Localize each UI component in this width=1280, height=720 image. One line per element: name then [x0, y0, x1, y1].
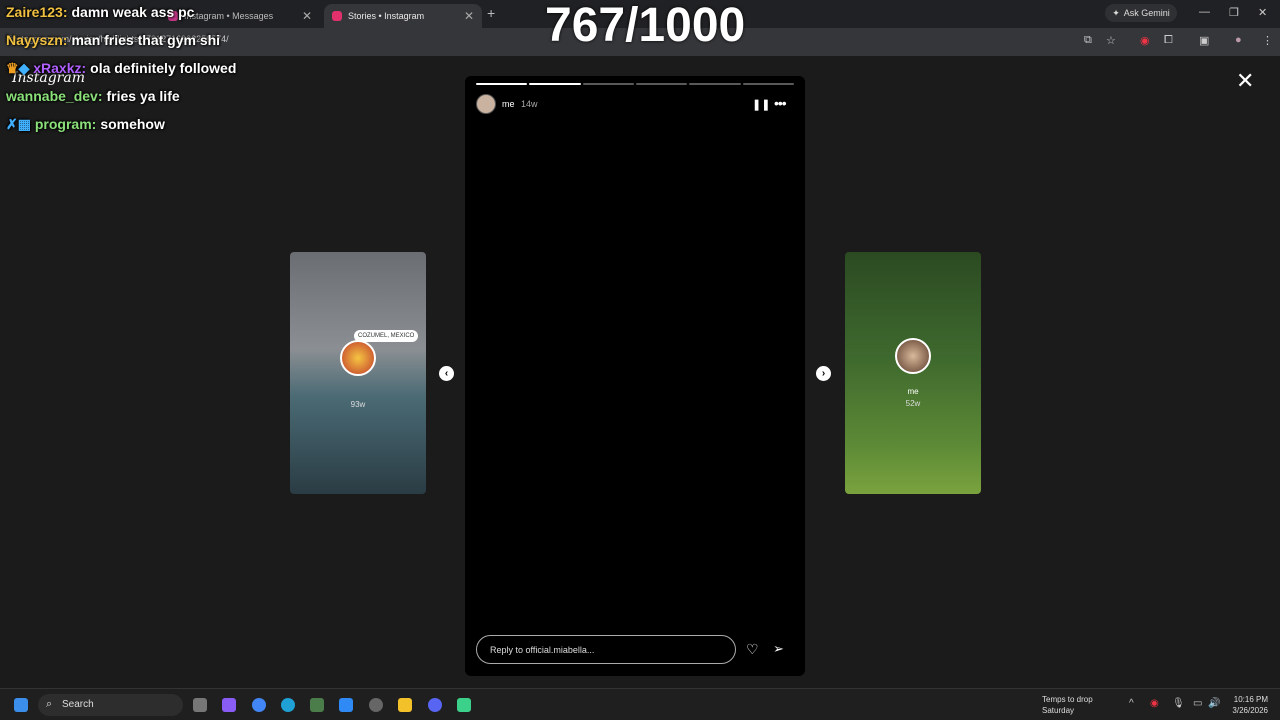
heart-icon[interactable]: ♡ [746, 641, 759, 658]
sparkle-icon: ✦ [1112, 7, 1120, 18]
preview-username: me [907, 387, 919, 396]
install-app-icon[interactable]: ⧉ [1084, 34, 1092, 47]
task-view-icon[interactable] [193, 698, 207, 712]
extension-icon[interactable]: ◉ [1140, 34, 1150, 47]
chat-message: wannabe_dev: fries ya life [6, 88, 180, 104]
more-options-icon[interactable]: ••• [774, 95, 787, 111]
previous-story-preview[interactable]: COZUMEL, MEXICO 93w [290, 252, 426, 494]
send-icon[interactable]: ➢ [773, 641, 784, 657]
microphone-icon[interactable]: 🎙 [1172, 698, 1185, 709]
reply-input[interactable]: Reply to official.miabella... [476, 635, 736, 664]
tab-label: Stories • Instagram [348, 11, 425, 21]
chat-message: ♛◆ xRaxkz: ola definitely followed [6, 60, 236, 77]
tray-app-icon[interactable]: ◉ [1150, 698, 1159, 709]
search-icon: ⌕ [46, 698, 53, 710]
chat-text: ola definitely followed [90, 60, 237, 76]
next-story-arrow[interactable]: › [816, 366, 831, 381]
chat-username: Nayyszn: [6, 32, 68, 48]
ask-gemini-label: Ask Gemini [1123, 8, 1170, 18]
chat-message: ✗▦ program: somehow [6, 116, 165, 133]
chat-message: Zaire123: damn weak ass pc [6, 4, 194, 20]
instagram-favicon-icon [332, 11, 342, 21]
taskbar-search[interactable]: ⌕ Search [38, 694, 183, 716]
next-story-preview[interactable]: me 52w [845, 252, 981, 494]
follower-counter: 767/1000 [545, 0, 746, 52]
volume-icon[interactable]: 🔊 [1208, 698, 1220, 709]
file-explorer-icon[interactable] [398, 698, 412, 712]
gem-badge-icon: ◆ [18, 60, 30, 76]
show-hidden-icons-chevron-icon[interactable]: ^ [1129, 698, 1134, 709]
search-label: Search [62, 699, 94, 710]
progress-segment [635, 83, 688, 85]
minimize-icon[interactable]: — [1199, 6, 1210, 18]
tab-label: Instagram • Messages [184, 11, 274, 21]
story-age: 52w [905, 399, 921, 408]
network-icon[interactable]: ▭ [1193, 698, 1202, 709]
tab-stories[interactable]: Stories • Instagram ✕ [324, 4, 482, 28]
profile-avatar[interactable]: ● [1235, 34, 1242, 46]
chat-text: fries ya life [106, 88, 180, 104]
chat-username: program: [34, 116, 97, 132]
bookmark-star-icon[interactable]: ☆ [1106, 34, 1116, 47]
chat-text: somehow [100, 116, 165, 132]
weather-day: Saturday [1042, 706, 1075, 715]
story-age: 14w [521, 99, 538, 109]
crown-badge-icon: ♛ [6, 60, 19, 76]
clock-date: 3/26/2026 [1232, 706, 1268, 715]
chat-message: Nayyszn: man fries that gym shi [6, 32, 220, 48]
new-tab-button[interactable]: + [487, 5, 495, 21]
progress-segment [742, 83, 794, 85]
progress-segment [529, 83, 581, 85]
app-icon[interactable] [310, 698, 324, 712]
close-tab-icon[interactable]: ✕ [302, 9, 312, 23]
system-clock[interactable]: 10:16 PM 3/26/2026 [1226, 694, 1268, 716]
progress-segment [689, 83, 741, 85]
windows-start-icon[interactable] [14, 698, 28, 712]
browser-menu-icon[interactable]: ⋮ [1262, 34, 1273, 47]
ask-gemini-button[interactable]: ✦ Ask Gemini [1105, 4, 1177, 22]
story-age: 93w [350, 400, 366, 409]
side-panel-icon[interactable]: ▣ [1199, 34, 1209, 47]
restore-icon[interactable]: ❐ [1229, 6, 1239, 19]
windows-taskbar: ⌕ Search Temps to drop Saturday ^ ◉ 🎙 ▭ … [0, 688, 1280, 720]
pause-icon[interactable]: ❚❚ [752, 98, 770, 111]
store-icon[interactable] [339, 698, 353, 712]
sword-badge-icon: ✗ [6, 116, 18, 132]
avatar [895, 338, 931, 374]
avatar[interactable] [476, 94, 496, 114]
clock-time: 10:16 PM [1233, 695, 1268, 704]
grid-badge-icon: ▦ [17, 116, 31, 132]
close-stories-icon[interactable]: ✕ [1236, 70, 1254, 92]
story-username[interactable]: me [502, 99, 515, 109]
avatar [340, 340, 376, 376]
progress-segment [476, 83, 528, 85]
settings-gear-icon[interactable] [369, 698, 383, 712]
story-progress-bars [476, 83, 794, 85]
chat-text: damn weak ass pc [71, 4, 195, 20]
edge-icon[interactable] [281, 698, 295, 712]
previous-story-arrow[interactable]: ‹ [439, 366, 454, 381]
close-window-icon[interactable]: ✕ [1258, 6, 1267, 19]
chrome-icon[interactable] [252, 698, 266, 712]
discord-icon[interactable] [428, 698, 442, 712]
chat-username: Zaire123: [6, 4, 68, 20]
weather-title: Temps to drop [1042, 695, 1093, 704]
weather-widget[interactable]: Temps to drop Saturday [1042, 694, 1093, 716]
copilot-icon[interactable] [222, 698, 236, 712]
app-icon[interactable] [457, 698, 471, 712]
extensions-puzzle-icon[interactable]: ⧠ [1164, 34, 1173, 47]
progress-segment [582, 83, 634, 85]
story-viewer[interactable]: me 14w ❚❚ ••• Reply to official.miabella… [465, 76, 805, 676]
chat-username: wannabe_dev: [6, 88, 103, 104]
chat-username: xRaxkz: [33, 60, 87, 76]
chat-text: man fries that gym shi [71, 32, 221, 48]
close-tab-icon[interactable]: ✕ [464, 9, 474, 23]
